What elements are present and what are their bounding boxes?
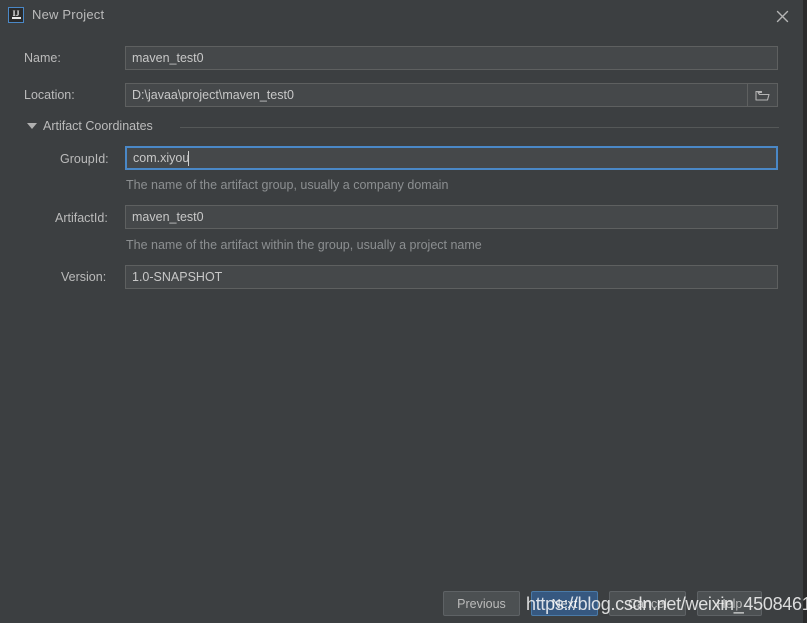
version-label: Version:	[61, 270, 107, 284]
artifact-coordinates-section-header[interactable]: Artifact Coordinates	[24, 119, 779, 135]
location-input[interactable]	[125, 83, 748, 107]
groupid-label: GroupId:	[60, 152, 109, 166]
artifactid-label: ArtifactId:	[55, 211, 108, 225]
artifactid-input[interactable]	[125, 205, 778, 229]
artifact-coordinates-label: Artifact Coordinates	[43, 119, 153, 133]
section-divider	[180, 127, 779, 128]
name-label: Name:	[24, 51, 61, 65]
groupid-input[interactable]	[125, 146, 778, 170]
window-title: New Project	[32, 7, 105, 22]
previous-button[interactable]: Previous	[443, 591, 520, 616]
new-project-dialog: IJ New Project Name: Location: Artifact …	[0, 0, 807, 623]
groupid-help-text: The name of the artifact group, usually …	[126, 178, 449, 192]
next-button[interactable]: Next	[531, 591, 598, 616]
text-caret	[188, 151, 189, 166]
version-input[interactable]	[125, 265, 778, 289]
help-button[interactable]: Help	[697, 591, 762, 616]
folder-open-icon[interactable]	[748, 83, 778, 107]
title-bar: IJ New Project	[0, 0, 803, 30]
chevron-down-icon[interactable]	[27, 123, 37, 129]
intellij-idea-icon: IJ	[8, 7, 24, 23]
location-label: Location:	[24, 88, 75, 102]
name-input[interactable]	[125, 46, 778, 70]
cancel-button[interactable]: Cancel	[609, 591, 686, 616]
close-icon[interactable]	[771, 5, 793, 27]
artifactid-help-text: The name of the artifact within the grou…	[126, 238, 482, 252]
